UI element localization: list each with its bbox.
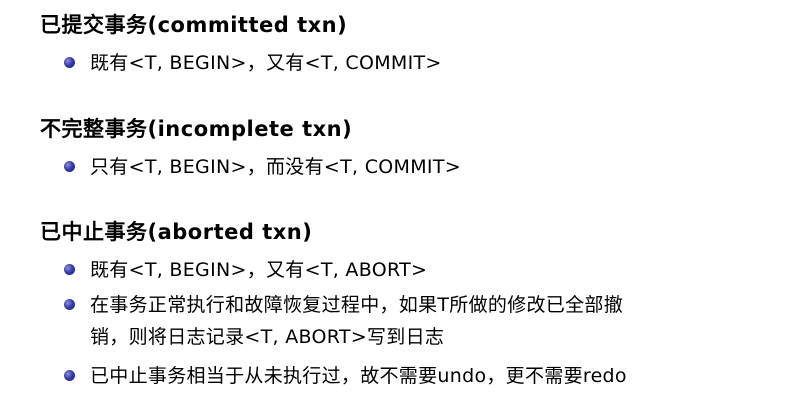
list-item-text: 在事务正常执行和故障恢复过程中，如果T所做的修改已全部撤 — [90, 294, 624, 316]
list-item-text-continued: 销，则将日志记录<T, ABORT>写到日志 — [90, 326, 445, 348]
section-title-incomplete: 不完整事务(incomplete txn) — [40, 117, 353, 141]
list-item-text: 既有<T, BEGIN>，又有<T, ABORT> — [90, 259, 428, 281]
bullet-icon — [64, 57, 75, 68]
bullet-icon — [64, 370, 75, 381]
list-item-text: 既有<T, BEGIN>，又有<T, COMMIT> — [90, 52, 442, 74]
bullet-icon — [64, 161, 75, 172]
bullet-icon — [64, 299, 75, 310]
section-title-committed: 已提交事务(committed txn) — [40, 13, 348, 37]
list-item-text: 已中止事务相当于从未执行过，故不需要undo，更不需要redo — [90, 365, 627, 387]
bullet-icon — [64, 264, 75, 275]
section-title-aborted: 已中止事务(aborted txn) — [40, 220, 313, 244]
slide-page: 已提交事务(committed txn) 既有<T, BEGIN>，又有<T, … — [0, 0, 789, 402]
list-item-text: 只有<T, BEGIN>，而没有<T, COMMIT> — [90, 156, 461, 178]
